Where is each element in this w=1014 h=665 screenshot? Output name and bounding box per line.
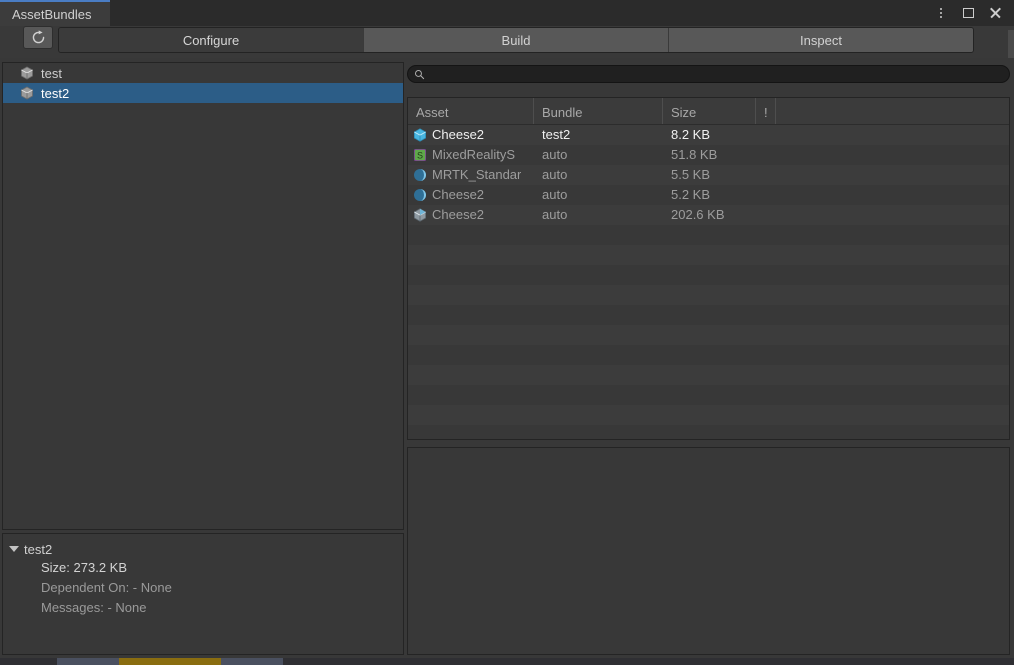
table-row[interactable]: Cheese2 auto 202.6 KB	[408, 205, 1009, 225]
table-row-empty	[408, 225, 1009, 245]
kebab-menu-icon[interactable]	[933, 5, 949, 21]
tree-item-test[interactable]: test	[3, 63, 403, 83]
cell-bundle: auto	[542, 147, 568, 162]
table-row-empty	[408, 365, 1009, 385]
bundle-icon	[21, 86, 33, 100]
cell-bundle: auto	[542, 167, 568, 182]
window-tab-strip: AssetBundles	[0, 0, 110, 26]
taskbar-item-active[interactable]	[119, 658, 221, 665]
assetbundles-window: AssetBundles Configure Build Inspect tes…	[0, 0, 1014, 665]
table-row[interactable]: S MixedRealityS auto 51.8 KB	[408, 145, 1009, 165]
table-row-empty	[408, 405, 1009, 425]
cell-size: 51.8 KB	[671, 147, 718, 162]
cell-message	[756, 165, 776, 185]
window-tab-label: AssetBundles	[12, 6, 92, 22]
table-row[interactable]: Cheese2 test2 8.2 KB	[408, 125, 1009, 145]
asset-name: MRTK_Standar	[432, 167, 522, 182]
cell-message	[756, 125, 776, 145]
bundle-icon	[21, 66, 33, 80]
titlebar-spacer	[110, 0, 933, 26]
shader-icon: S	[414, 149, 426, 161]
asset-detail-panel	[407, 447, 1010, 655]
desktop-taskbar	[0, 658, 1014, 665]
cell-message	[756, 185, 776, 205]
close-icon[interactable]	[987, 5, 1003, 21]
cell-bundle: test2	[542, 127, 571, 142]
asset-name: Cheese2	[432, 207, 485, 222]
tree-item-label: test2	[41, 85, 70, 101]
column-header-asset[interactable]: Asset	[408, 98, 534, 124]
bundle-info-size: Size: 273.2 KB	[41, 560, 127, 575]
table-row-empty	[408, 385, 1009, 405]
column-header-spacer	[776, 98, 1009, 124]
table-row-empty	[408, 425, 1009, 439]
window-scrollbar[interactable]	[1008, 30, 1014, 58]
table-row[interactable]: MRTK_Standar auto 5.5 KB	[408, 165, 1009, 185]
material-icon	[414, 169, 426, 181]
cell-message	[756, 145, 776, 165]
tree-item-label: test	[41, 65, 62, 81]
bundle-info-title: test2	[24, 541, 53, 557]
asset-table-header: Asset Bundle Size !	[408, 98, 1009, 125]
asset-table-body: Cheese2 test2 8.2 KB S MixedRealityS auto 51.8…	[408, 125, 1009, 439]
cell-bundle: auto	[542, 187, 568, 202]
table-row-empty	[408, 325, 1009, 345]
taskbar-item[interactable]	[221, 658, 283, 665]
tab-build[interactable]: Build	[364, 28, 669, 52]
asset-name: Cheese2	[432, 127, 485, 142]
window-tab-assetbundles[interactable]: AssetBundles	[0, 0, 110, 26]
table-row-empty	[408, 245, 1009, 265]
tab-inspect-label: Inspect	[800, 32, 842, 48]
tab-inspect[interactable]: Inspect	[669, 28, 973, 52]
column-header-bundle[interactable]: Bundle	[534, 98, 663, 124]
window-controls	[933, 0, 1014, 26]
cell-asset: Cheese2	[408, 185, 534, 205]
prefab-icon	[414, 128, 426, 142]
search-icon	[415, 69, 425, 79]
cell-size: 5.2 KB	[671, 187, 711, 202]
refresh-button[interactable]	[23, 26, 53, 49]
cell-asset: S MixedRealityS	[408, 145, 534, 165]
window-titlebar: AssetBundles	[0, 0, 1014, 26]
bundle-info-messages: Messages: - None	[41, 600, 147, 615]
cell-asset: MRTK_Standar	[408, 165, 534, 185]
refresh-icon	[32, 30, 44, 44]
model-icon	[414, 208, 426, 222]
table-row-empty	[408, 265, 1009, 285]
table-row-empty	[408, 345, 1009, 365]
bundle-info-header[interactable]: test2	[3, 540, 403, 558]
maximize-icon[interactable]	[960, 5, 976, 21]
column-header-message[interactable]: !	[756, 98, 776, 124]
tab-configure[interactable]: Configure	[59, 28, 364, 52]
cell-bundle: auto	[542, 207, 568, 222]
tab-build-label: Build	[501, 32, 531, 48]
cell-size: 8.2 KB	[671, 127, 711, 142]
tree-item-test2[interactable]: test2	[3, 83, 403, 103]
chevron-down-icon	[9, 546, 19, 552]
asset-table-panel: Asset Bundle Size ! Cheese2 test2 8.2 KB S M…	[407, 97, 1010, 440]
column-header-size[interactable]: Size	[663, 98, 756, 124]
tab-configure-label: Configure	[182, 32, 240, 48]
taskbar-item[interactable]	[57, 658, 119, 665]
bundle-info-dependencies: Dependent On: - None	[41, 580, 172, 595]
table-row-empty	[408, 285, 1009, 305]
bundle-info-panel: test2 Size: 273.2 KB Dependent On: - Non…	[2, 533, 404, 655]
cell-size: 5.5 KB	[671, 167, 711, 182]
table-row[interactable]: Cheese2 auto 5.2 KB	[408, 185, 1009, 205]
search-input[interactable]	[425, 67, 1009, 81]
cell-asset: Cheese2	[408, 205, 534, 225]
cell-message	[756, 205, 776, 225]
cell-asset: Cheese2	[408, 125, 534, 145]
mode-tab-group: Configure Build Inspect	[58, 27, 974, 53]
asset-name: Cheese2	[432, 187, 485, 202]
material-icon	[414, 189, 426, 201]
svg-text:S: S	[417, 151, 423, 161]
cell-size: 202.6 KB	[671, 207, 725, 222]
asset-name: MixedRealityS	[432, 147, 516, 162]
asset-search-bar[interactable]	[407, 65, 1010, 83]
table-row-empty	[408, 305, 1009, 325]
bundle-tree-panel: test test2	[2, 62, 404, 530]
